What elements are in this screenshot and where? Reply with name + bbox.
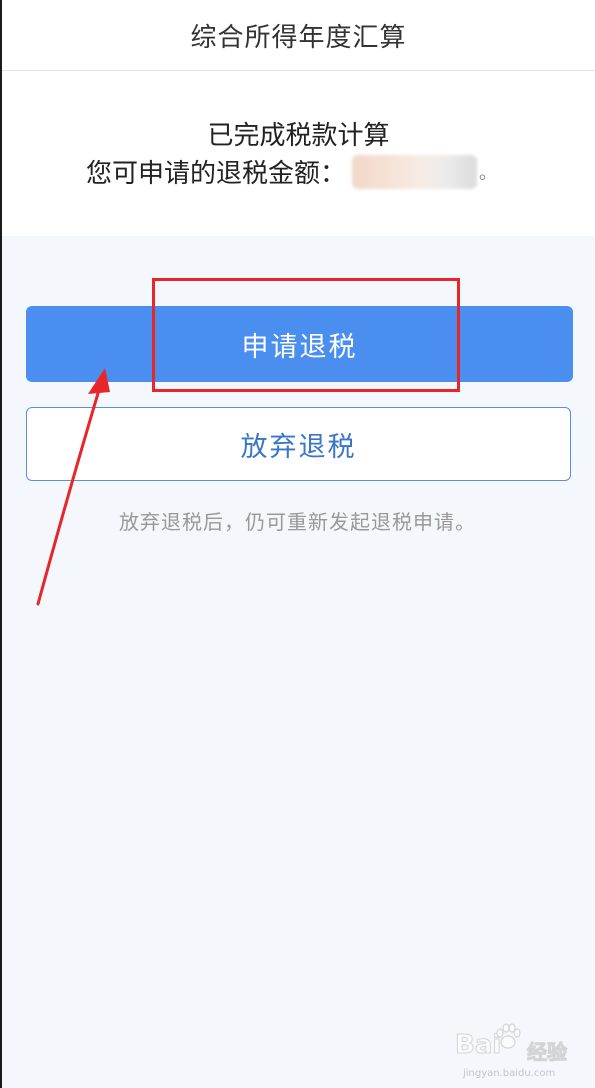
give-up-hint-text: 放弃退税后，仍可重新发起退税申请。 bbox=[119, 510, 476, 534]
watermark-brand-suffix: 经验 bbox=[527, 1040, 568, 1065]
refund-amount-value-blurred bbox=[352, 154, 478, 189]
give-up-refund-button[interactable]: 放弃退税 bbox=[26, 407, 571, 481]
header-bar: 综合所得年度汇算 bbox=[2, 0, 595, 71]
watermark-url: jingyan.baidu.com bbox=[463, 1068, 556, 1079]
baidu-jingyan-watermark: Bai 经验 jingyan.baidu.com bbox=[454, 1022, 585, 1082]
tax-summary-card: 已完成税款计算 您可申请的退税金额： 。 bbox=[2, 71, 595, 236]
apply-refund-button[interactable]: 申请退税 bbox=[26, 306, 573, 382]
refund-amount-suffix: 。 bbox=[479, 162, 498, 184]
page-title: 综合所得年度汇算 bbox=[190, 22, 407, 53]
paw-icon bbox=[496, 1023, 521, 1049]
page: 综合所得年度汇算 已完成税款计算 您可申请的退税金额： 。 申请退税 放弃退税 … bbox=[0, 0, 595, 1088]
refund-amount-label: 您可申请的退税金额： bbox=[86, 159, 347, 189]
refund-amount-row: 您可申请的退税金额： 。 bbox=[86, 153, 497, 190]
calculation-status-text: 已完成税款计算 bbox=[207, 121, 390, 151]
